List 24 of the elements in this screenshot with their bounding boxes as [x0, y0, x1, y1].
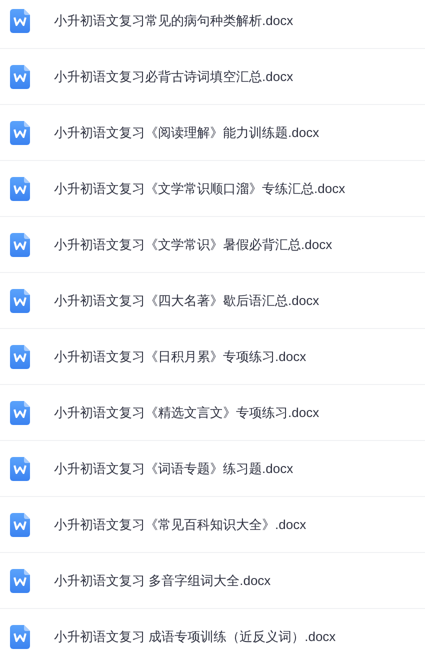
document-icon: [10, 568, 30, 592]
file-name[interactable]: 小升初语文复习《文学常识》暑假必背汇总.docx: [54, 234, 332, 254]
document-icon: [10, 8, 30, 32]
file-name[interactable]: 小升初语文复习《精选文言文》专项练习.docx: [54, 402, 320, 422]
document-icon: [10, 64, 30, 88]
document-icon: [10, 176, 30, 200]
file-name[interactable]: 小升初语文复习必背古诗词填空汇总.docx: [54, 66, 294, 86]
file-name[interactable]: 小升初语文复习《阅读理解》能力训练题.docx: [54, 122, 320, 142]
file-name[interactable]: 小升初语文复习《常见百科知识大全》.docx: [54, 514, 306, 534]
file-name[interactable]: 小升初语文复习《词语专题》练习题.docx: [54, 458, 294, 478]
file-name[interactable]: 小升初语文复习《日积月累》专项练习.docx: [54, 346, 306, 366]
document-icon: [10, 120, 30, 144]
file-name[interactable]: 小升初语文复习《四大名著》歇后语汇总.docx: [54, 290, 320, 310]
document-icon: [10, 232, 30, 256]
document-icon: [10, 288, 30, 312]
document-icon: [10, 624, 30, 648]
document-icon: [10, 344, 30, 368]
file-name[interactable]: 小升初语文复习《文学常识顺口溜》专练汇总.docx: [54, 178, 346, 198]
document-icon: [10, 400, 30, 424]
file-name[interactable]: 小升初语文复习常见的病句种类解析.docx: [54, 10, 294, 30]
document-icon: [10, 512, 30, 536]
document-icon: [10, 456, 30, 480]
file-name[interactable]: 小升初语文复习 多音字组词大全.docx: [54, 570, 271, 590]
file-name[interactable]: 小升初语文复习 成语专项训练（近反义词）.docx: [54, 626, 336, 646]
